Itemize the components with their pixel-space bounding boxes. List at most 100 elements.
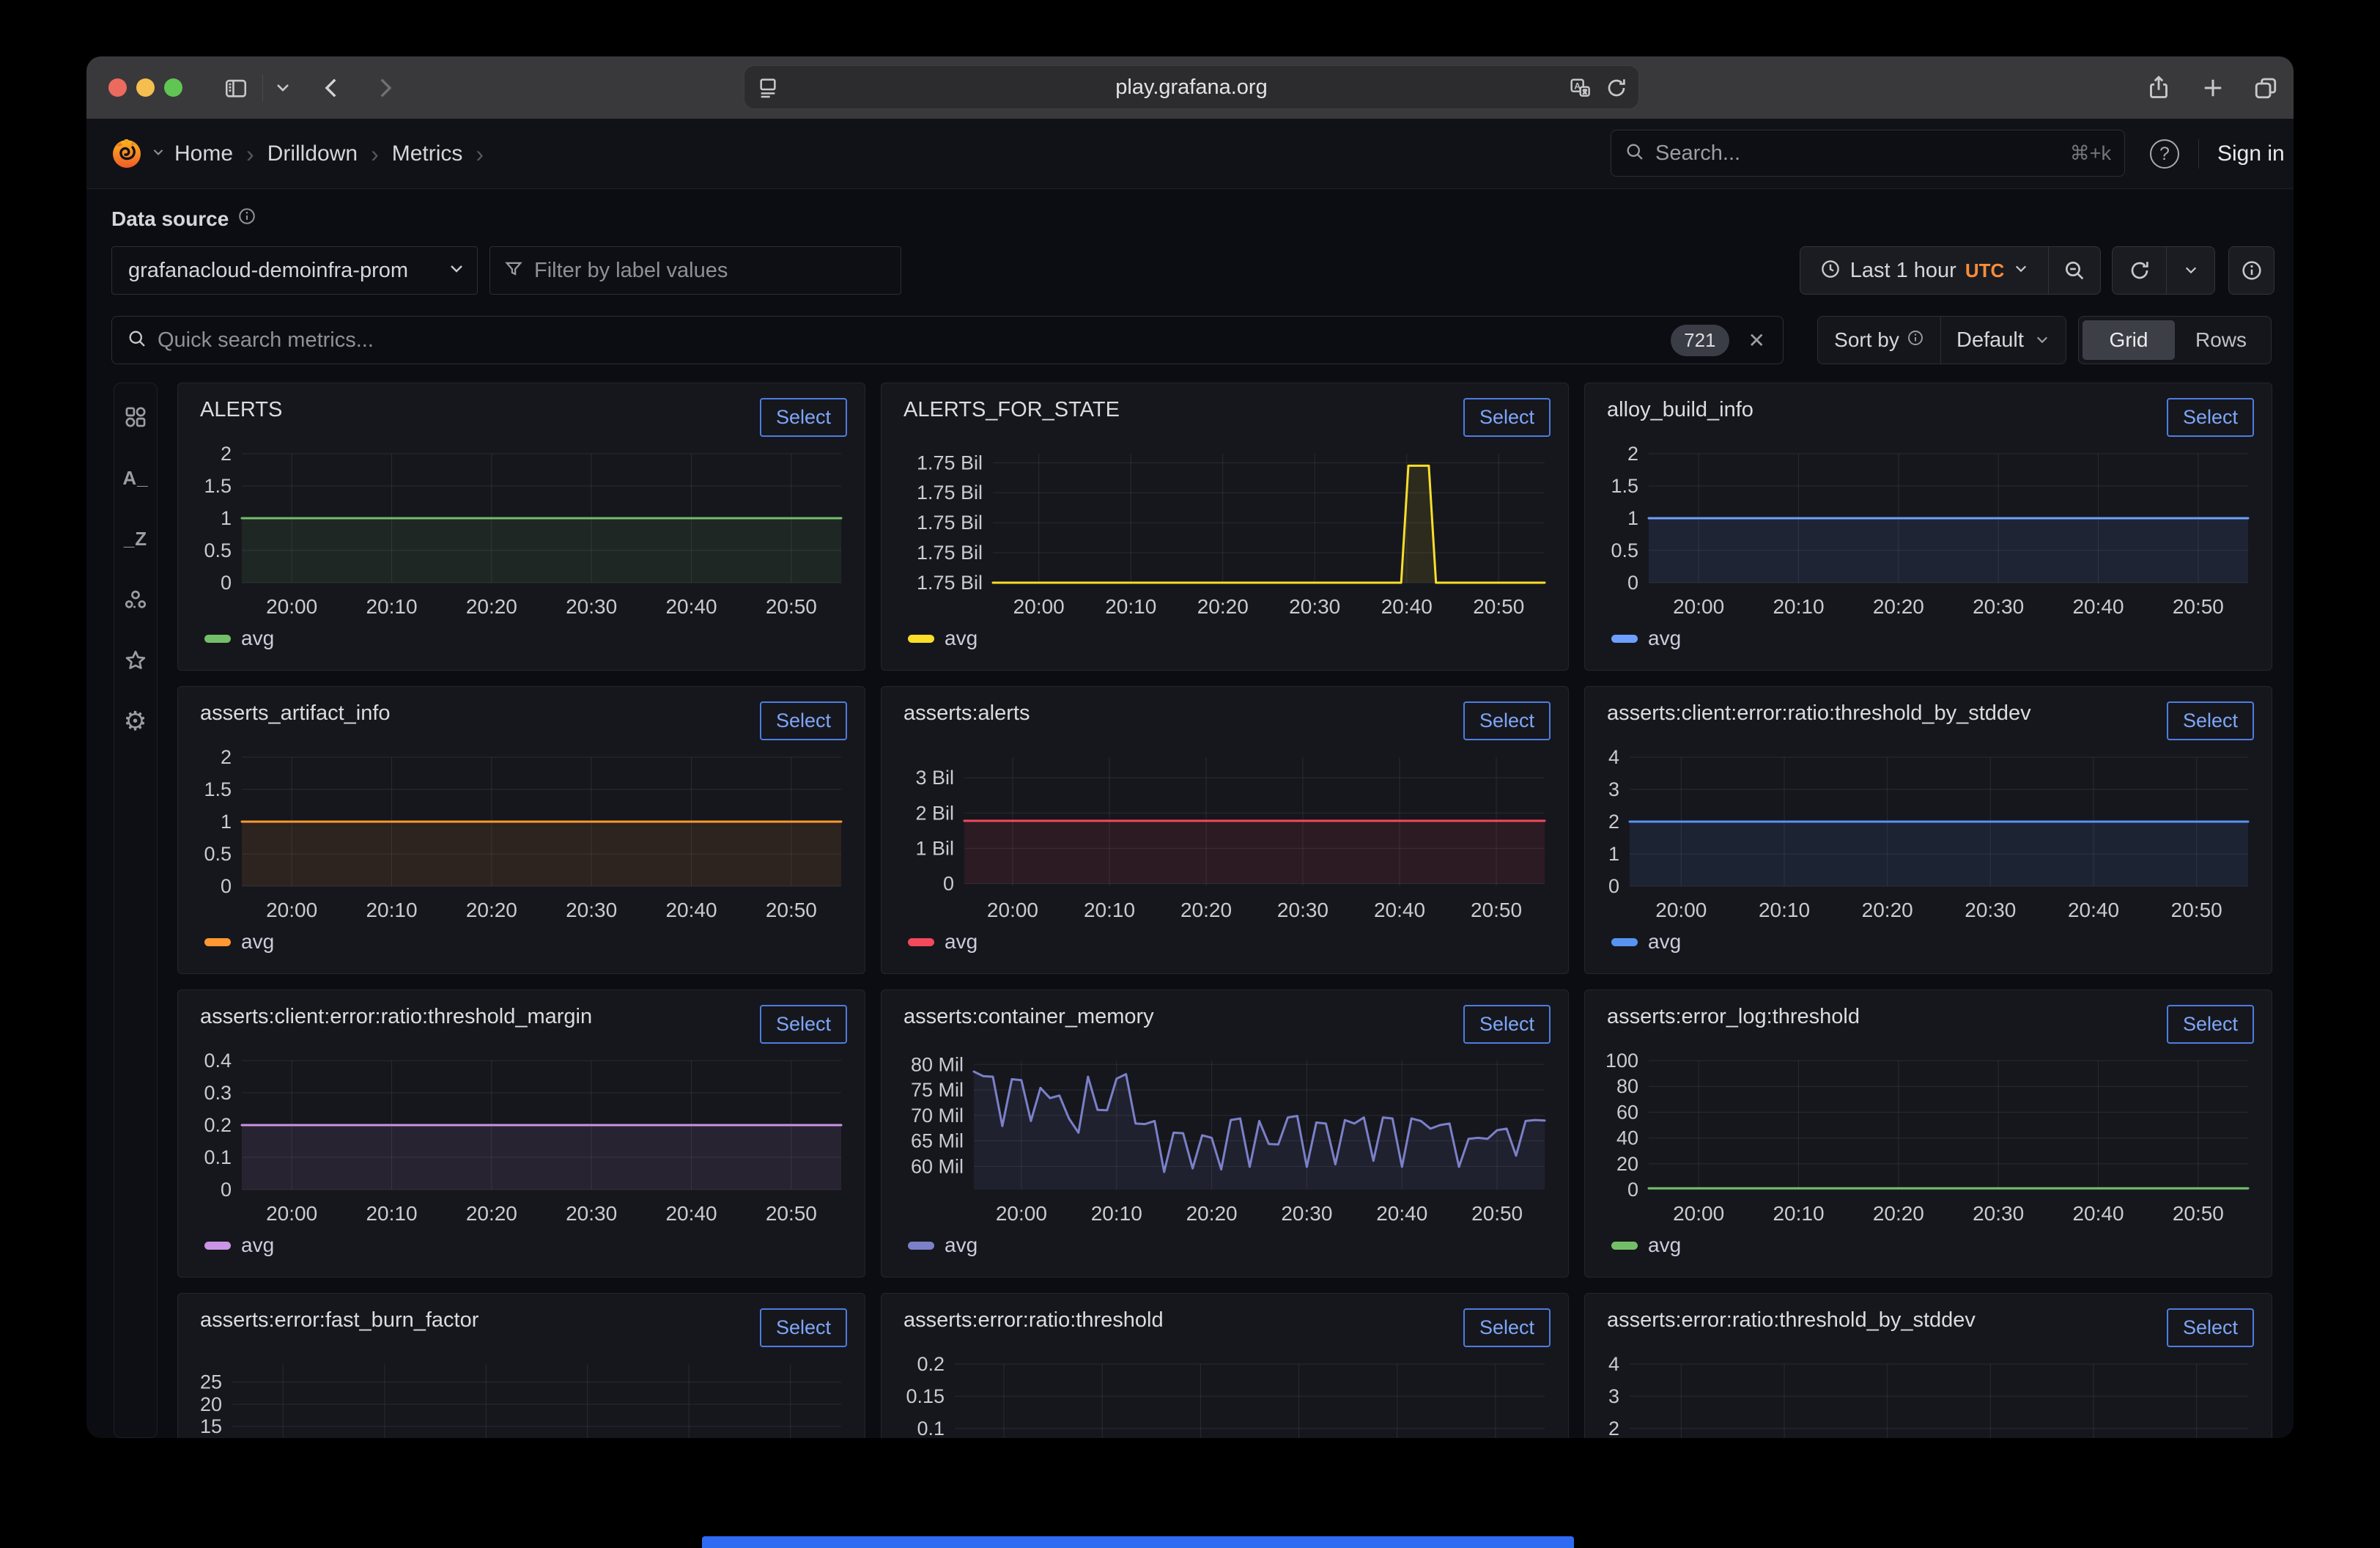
legend-label[interactable]: avg [1648, 1234, 1681, 1257]
legend-label[interactable]: avg [1648, 930, 1681, 954]
time-range-picker[interactable]: Last 1 hour UTC [1800, 246, 2049, 295]
datasource-select[interactable]: grafanacloud-demoinfra-prom [111, 246, 478, 295]
zoom-out-button[interactable] [2049, 246, 2101, 295]
svg-text:1: 1 [1608, 843, 1619, 865]
header-divider [2198, 139, 2199, 169]
label-filter-input[interactable]: Filter by label values [489, 246, 901, 295]
panel-select-button[interactable]: Select [1463, 1308, 1551, 1347]
svg-text:2: 2 [1627, 443, 1638, 465]
sort-value-select[interactable]: Default [1941, 317, 2066, 364]
new-tab-icon[interactable] [2200, 75, 2226, 101]
svg-text:20:10: 20:10 [366, 899, 417, 921]
svg-text:20:50: 20:50 [2173, 1202, 2224, 1225]
sidebar-chevron-icon[interactable] [274, 81, 292, 95]
zoom-window-button[interactable] [164, 78, 182, 97]
page-info-button[interactable] [2228, 246, 2274, 295]
svg-text:4: 4 [1608, 1353, 1619, 1375]
panel-select-button[interactable]: Select [1463, 701, 1551, 740]
panel-select-button[interactable]: Select [1463, 398, 1551, 437]
org-switcher-chevron-icon[interactable] [151, 147, 166, 162]
refresh-button[interactable] [2112, 246, 2167, 295]
breadcrumb-drilldown[interactable]: Drilldown [267, 141, 358, 166]
metric-groups-icon[interactable] [122, 586, 149, 613]
panel-chart: 20:0020:1020:2020:3020:4020:5043210 [1598, 1342, 2260, 1438]
datasource-label: Data source [111, 207, 229, 231]
info-icon[interactable] [237, 207, 256, 231]
help-icon[interactable]: ? [2150, 139, 2179, 169]
svg-text:0.5: 0.5 [204, 843, 232, 865]
legend-label[interactable]: avg [945, 1234, 978, 1257]
global-search-input[interactable]: Search... ⌘+k [1611, 130, 2125, 177]
svg-text:20:50: 20:50 [1471, 1202, 1523, 1225]
breadcrumb-home[interactable]: Home [174, 141, 233, 166]
sort-z-first-icon[interactable]: _Z [122, 526, 149, 552]
svg-text:20:30: 20:30 [1281, 1202, 1332, 1225]
refresh-interval-chevron[interactable] [2167, 246, 2215, 295]
chevron-down-icon [448, 262, 465, 280]
translate-icon[interactable]: A [1568, 76, 1592, 103]
svg-text:20:20: 20:20 [1873, 595, 1924, 618]
svg-text:20:00: 20:00 [266, 595, 317, 618]
legend-label[interactable]: avg [241, 1234, 274, 1257]
legend-label[interactable]: avg [945, 930, 978, 954]
sort-by-label-cell: Sort by [1818, 317, 1941, 364]
view-grid-tab[interactable]: Grid [2082, 320, 2175, 360]
svg-text:2: 2 [221, 746, 232, 768]
panel-select-button[interactable]: Select [2167, 1308, 2254, 1347]
close-window-button[interactable] [108, 78, 127, 97]
legend-label[interactable]: avg [1648, 627, 1681, 650]
svg-text:0.3: 0.3 [204, 1082, 232, 1104]
view-rows-tab[interactable]: Rows [2175, 320, 2267, 360]
svg-text:3: 3 [1608, 778, 1619, 800]
sidebar-toggle-icon[interactable] [223, 75, 249, 100]
svg-text:20:20: 20:20 [1862, 899, 1913, 921]
info-icon[interactable] [1907, 328, 1924, 352]
grafana-app: Home › Drilldown › Metrics › Search... ⌘… [86, 119, 2294, 1438]
settings-gear-icon[interactable]: ⚙ [122, 708, 149, 734]
legend-swatch [1611, 635, 1638, 643]
view-all-metrics-icon[interactable] [122, 404, 149, 430]
panel-title: ALERTS_FOR_STATE [903, 398, 1120, 422]
panel-select-button[interactable]: Select [760, 1308, 847, 1347]
panel-chart: 20:0020:1020:2020:3020:4020:5021.510.50 [191, 432, 853, 621]
tab-overview-icon[interactable] [2252, 75, 2279, 101]
svg-text:20:30: 20:30 [1965, 899, 2016, 921]
breadcrumb-metrics[interactable]: Metrics [392, 141, 463, 166]
panel-select-button[interactable]: Select [760, 398, 847, 437]
panel-select-button[interactable]: Select [2167, 701, 2254, 740]
panel-select-button[interactable]: Select [2167, 1005, 2254, 1044]
minimize-window-button[interactable] [136, 78, 155, 97]
sign-in-button[interactable]: Sign in [2217, 119, 2285, 189]
grafana-logo-icon[interactable] [110, 136, 144, 174]
sort-a-first-icon[interactable]: A_ [122, 465, 149, 491]
desktop-accent-bar [702, 1536, 1574, 1548]
legend-swatch [1611, 1242, 1638, 1250]
panel-chart: 20:0020:1020:2020:3020:4020:5043210 [1598, 735, 2260, 924]
svg-text:1.5: 1.5 [1611, 475, 1638, 497]
share-icon[interactable] [2146, 73, 2172, 101]
quick-search-input[interactable]: Quick search metrics... 721 ✕ [111, 316, 1784, 364]
panel-legend: avg [882, 924, 1568, 954]
back-icon[interactable] [319, 74, 344, 102]
panel-select-button[interactable]: Select [2167, 398, 2254, 437]
svg-text:20:10: 20:10 [1759, 899, 1810, 921]
legend-label[interactable]: avg [241, 627, 274, 650]
svg-text:1: 1 [221, 507, 232, 529]
panel-select-button[interactable]: Select [1463, 1005, 1551, 1044]
svg-text:20:00: 20:00 [1673, 595, 1724, 618]
svg-text:20:20: 20:20 [466, 1202, 517, 1225]
legend-label[interactable]: avg [241, 930, 274, 954]
panel-select-button[interactable]: Select [760, 1005, 847, 1044]
svg-text:20:30: 20:30 [1973, 1202, 2024, 1225]
panel-header: alloy_build_info Select [1585, 383, 2272, 429]
address-bar[interactable]: play.grafana.org A [744, 65, 1639, 109]
panel-title: asserts:client:error:ratio:threshold_by_… [1607, 701, 2031, 726]
reload-icon[interactable] [1605, 76, 1628, 103]
bookmarks-star-icon[interactable] [122, 647, 149, 674]
panel-legend: avg [1585, 924, 2272, 954]
legend-label[interactable]: avg [945, 627, 978, 650]
svg-text:2: 2 [221, 443, 232, 465]
forward-icon[interactable] [372, 74, 397, 102]
panel-select-button[interactable]: Select [760, 701, 847, 740]
clear-search-icon[interactable]: ✕ [1748, 328, 1765, 353]
